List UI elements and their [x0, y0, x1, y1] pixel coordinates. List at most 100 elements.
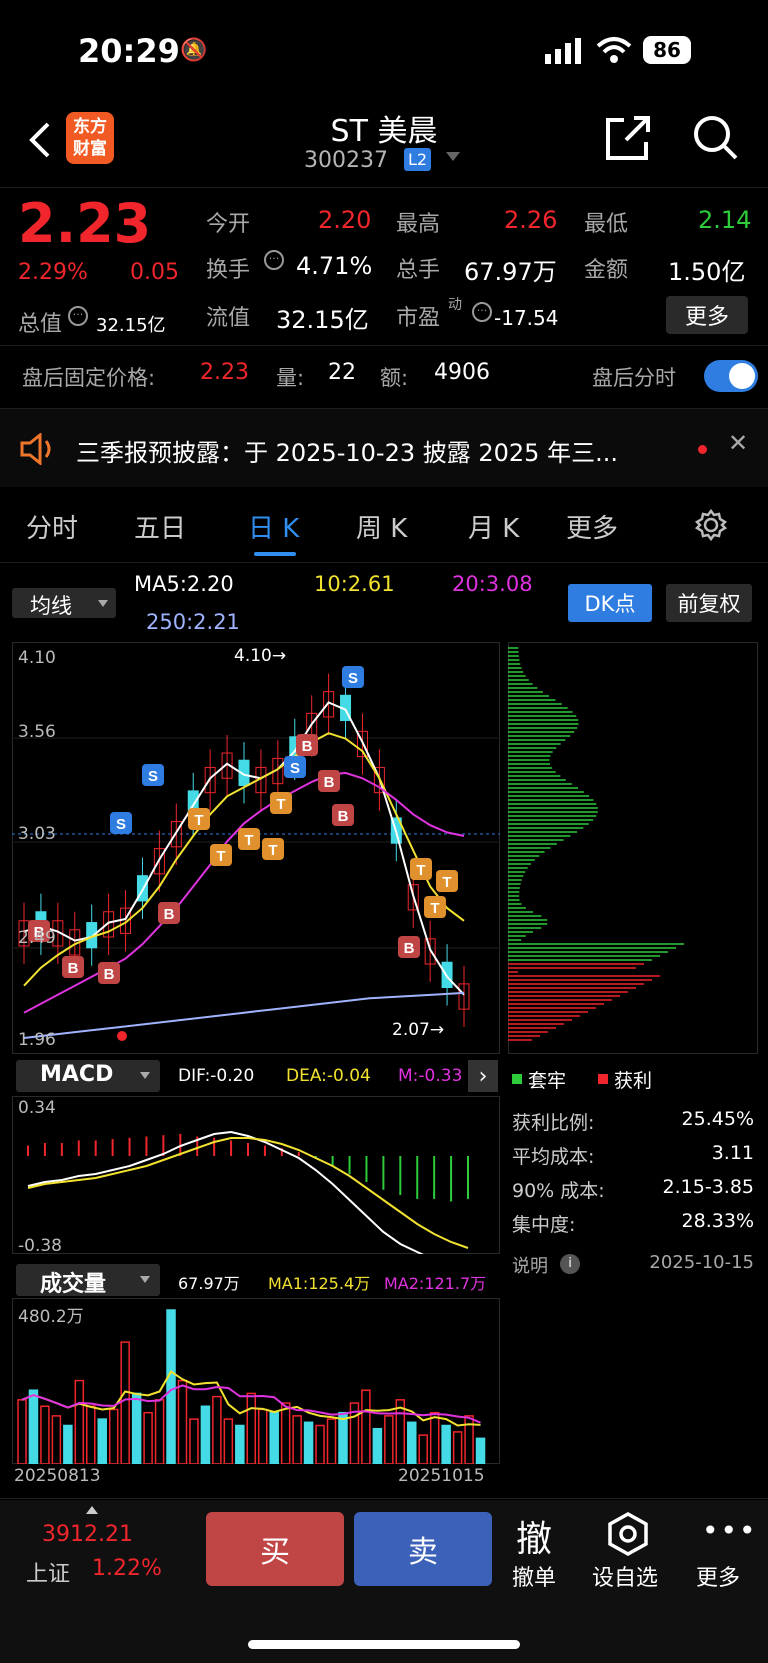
- min-price-marker: 2.07→: [392, 1020, 445, 1040]
- legend-profit: 获利: [614, 1070, 653, 1092]
- sell-button[interactable]: 卖: [354, 1512, 492, 1586]
- macd-selector-label: MACD: [40, 1062, 114, 1087]
- macd-m: M:-0.33: [398, 1066, 463, 1086]
- ma-selector[interactable]: 均线: [12, 588, 116, 618]
- macd-dif: DIF:-0.20: [178, 1066, 255, 1086]
- volume-bar: [280, 1402, 291, 1464]
- dk-point-button[interactable]: DK点: [568, 584, 652, 622]
- open-value: 2.20: [318, 206, 372, 234]
- mute-bell-icon: 🔕: [180, 38, 208, 63]
- stat-label: 平均成本:: [512, 1146, 595, 1168]
- kline-chart[interactable]: SSSSBB BBBBBBTTTTTTTT: [12, 642, 500, 1054]
- chevron-right-icon[interactable]: ›: [468, 1060, 498, 1092]
- index-name[interactable]: 上证: [26, 1556, 70, 1588]
- app-logo: 东方财富: [66, 112, 114, 164]
- tab-daily-k[interactable]: 日 K: [248, 508, 299, 545]
- withdraw-label[interactable]: 撤单: [512, 1560, 556, 1592]
- back-icon[interactable]: [26, 120, 54, 160]
- float-value: 32.15亿: [276, 306, 369, 334]
- ma250-readout: 250:2.21: [146, 610, 240, 634]
- clock: 20:29: [78, 32, 180, 70]
- stat-label: 集中度:: [512, 1214, 576, 1236]
- y-label: 3.03: [18, 824, 56, 844]
- volume-bar: [441, 1424, 451, 1464]
- volume-bar: [235, 1424, 245, 1464]
- volume-selector[interactable]: 成交量: [16, 1264, 160, 1297]
- tab-monthly-k[interactable]: 月 K: [468, 508, 519, 545]
- ah-amt: 4906: [434, 360, 490, 385]
- volume-bar: [384, 1415, 394, 1464]
- tab-more[interactable]: 更多: [566, 508, 618, 545]
- ah-label: 盘后固定价格:: [22, 366, 156, 390]
- withdraw-icon[interactable]: 撤: [516, 1510, 552, 1562]
- mcap-value: 32.15亿: [96, 315, 166, 336]
- macd-chart: [12, 1096, 500, 1254]
- low-point-dot: [117, 1031, 127, 1041]
- volume-ma2: MA2:121.7万: [384, 1274, 487, 1293]
- more-label[interactable]: 更多: [696, 1560, 740, 1592]
- info-icon[interactable]: ···: [264, 250, 284, 270]
- y-label-bottom: 1.96: [18, 1030, 56, 1050]
- legend-profit-swatch: [598, 1074, 608, 1084]
- more-button[interactable]: 更多: [666, 296, 748, 334]
- volume-ma2-line: [21, 1384, 481, 1424]
- more-dots-icon[interactable]: •••: [702, 1514, 758, 1547]
- date-end: 20251015: [398, 1466, 485, 1486]
- notice-bar[interactable]: 三季报预披露：于 2025-10-23 披露 2025 年三... ✕: [0, 409, 768, 487]
- macd-dea: DEA:-0.04: [286, 1066, 371, 1086]
- unread-dot: [698, 445, 707, 454]
- volume-bar: [246, 1392, 257, 1464]
- close-icon[interactable]: ✕: [728, 429, 748, 457]
- volume-bar: [212, 1395, 222, 1464]
- tab-five-day[interactable]: 五日: [134, 508, 186, 545]
- tab-weekly-k[interactable]: 周 K: [356, 508, 407, 545]
- index-value[interactable]: 3912.21: [42, 1522, 133, 1547]
- volume-bar: [223, 1418, 234, 1464]
- chevron-down-icon[interactable]: [446, 152, 460, 161]
- volume-bar: [17, 1399, 27, 1464]
- price-adjust-button[interactable]: 前复权: [666, 584, 752, 622]
- signal-badge-letter: B: [68, 960, 79, 977]
- volume-chart: [12, 1298, 500, 1464]
- volume-bar: [120, 1341, 130, 1464]
- volume-bar: [269, 1411, 279, 1464]
- volume-bar: [464, 1415, 474, 1464]
- fav-label[interactable]: 设自选: [592, 1560, 658, 1592]
- macd-selector[interactable]: MACD: [16, 1060, 160, 1092]
- stat-value: 28.33%: [681, 1210, 754, 1232]
- volume-bar: [372, 1427, 383, 1464]
- chevron-down-icon: [140, 1276, 150, 1283]
- chip-note[interactable]: 说明: [512, 1252, 548, 1278]
- volume-bar: [200, 1405, 211, 1464]
- volume-bar: [189, 1418, 199, 1464]
- volume-ytop: 480.2万: [18, 1307, 84, 1327]
- volume-bar: [74, 1379, 85, 1464]
- volume-bar: [177, 1379, 188, 1464]
- search-icon[interactable]: [692, 114, 740, 162]
- buy-button[interactable]: 买: [206, 1512, 344, 1586]
- battery-icon: 86: [643, 36, 691, 64]
- favorite-hexagon-icon[interactable]: [606, 1512, 650, 1556]
- stock-code: 300237: [304, 148, 388, 173]
- volume-bar: [166, 1309, 176, 1464]
- info-icon[interactable]: ···: [68, 306, 88, 326]
- ah-toggle[interactable]: [704, 360, 758, 392]
- macd-ybot: -0.38: [18, 1236, 62, 1256]
- volume-bar: [326, 1418, 337, 1464]
- volume-bar: [303, 1421, 314, 1464]
- tab-intraday[interactable]: 分时: [26, 508, 78, 545]
- y-label: 2.49: [18, 928, 56, 948]
- share-icon[interactable]: [604, 114, 652, 162]
- stock-name: ST 美晨: [330, 114, 438, 149]
- wifi-icon: [596, 37, 632, 63]
- status-bar: 20:29 🔕 86: [0, 0, 768, 100]
- info-icon[interactable]: ···: [472, 302, 492, 322]
- signal-badge-letter: B: [104, 966, 115, 983]
- after-hours-bar: 盘后固定价格: 2.23 量: 22 额: 4906 盘后分时: [0, 346, 768, 406]
- low-label: 最低: [584, 212, 629, 237]
- volume-ma1: MA1:125.4万: [268, 1274, 371, 1293]
- info-icon[interactable]: i: [560, 1254, 580, 1274]
- gear-icon[interactable]: [694, 508, 728, 542]
- triangle-up-icon: [86, 1506, 98, 1514]
- volume-bar: [40, 1405, 50, 1464]
